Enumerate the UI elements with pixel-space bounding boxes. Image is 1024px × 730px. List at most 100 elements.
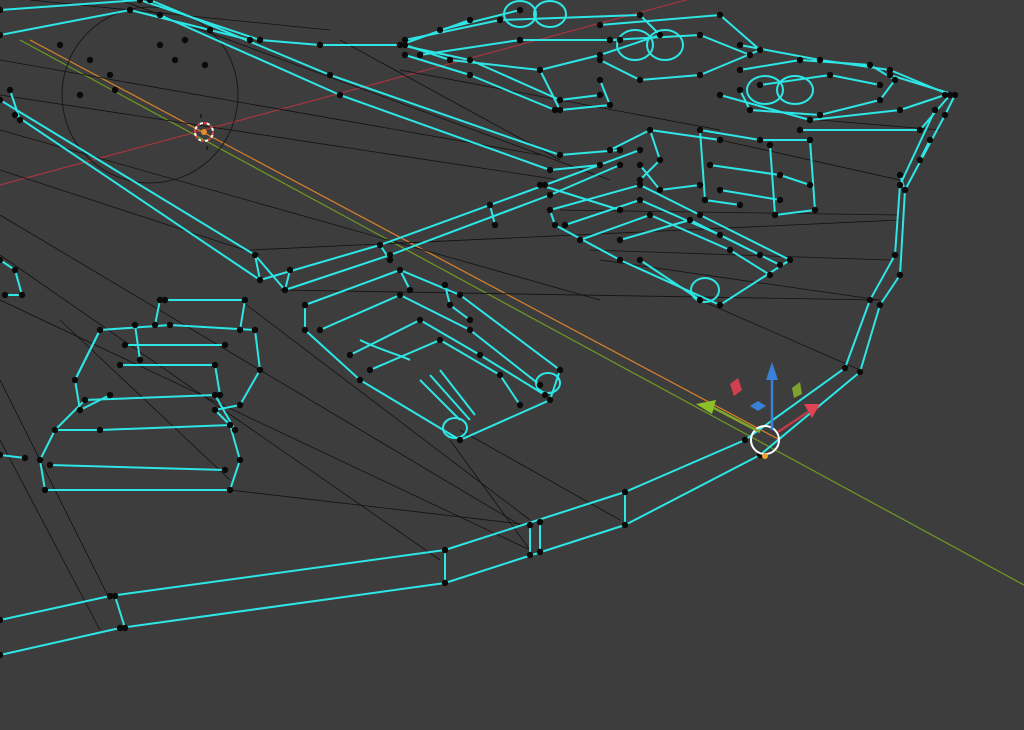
mesh-vertex[interactable] [416, 51, 424, 59]
mesh-vertex[interactable] [546, 396, 554, 404]
mesh-vertex[interactable] [786, 256, 794, 264]
mesh-vertex[interactable] [236, 326, 244, 334]
mesh-vertex[interactable] [256, 366, 264, 374]
mesh-vertex[interactable] [301, 326, 309, 334]
mesh-vertex[interactable] [256, 276, 264, 284]
mesh-vertex[interactable] [76, 91, 84, 99]
mesh-vertex[interactable] [776, 196, 784, 204]
mesh-vertex[interactable] [286, 266, 294, 274]
mesh-vertex[interactable] [806, 136, 814, 144]
mesh-vertex[interactable] [111, 592, 119, 600]
mesh-vertex[interactable] [756, 136, 764, 144]
mesh-vertex[interactable] [696, 181, 704, 189]
mesh-vertex[interactable] [181, 36, 189, 44]
mesh-vertex[interactable] [896, 271, 904, 279]
mesh-vertex[interactable] [896, 171, 904, 179]
mesh-vertex[interactable] [811, 206, 819, 214]
mesh-vertex[interactable] [856, 368, 864, 376]
mesh-vertex[interactable] [1, 291, 9, 299]
mesh-vertex[interactable] [826, 71, 834, 79]
mesh-vertex[interactable] [466, 56, 474, 64]
mesh-vertex[interactable] [396, 291, 404, 299]
mesh-vertex[interactable] [866, 296, 874, 304]
mesh-vertex[interactable] [546, 166, 554, 174]
mesh-vertex[interactable] [551, 221, 559, 229]
mesh-vertex[interactable] [576, 236, 584, 244]
mesh-vertex[interactable] [646, 126, 654, 134]
mesh-vertex[interactable] [726, 246, 734, 254]
mesh-vertex[interactable] [621, 488, 629, 496]
mesh-vertex[interactable] [251, 326, 259, 334]
mesh-vertex[interactable] [476, 351, 484, 359]
mesh-vertex[interactable] [886, 66, 894, 74]
mesh-vertex[interactable] [736, 86, 744, 94]
mesh-vertex[interactable] [926, 136, 934, 144]
mesh-vertex[interactable] [466, 71, 474, 79]
mesh-vertex[interactable] [446, 301, 454, 309]
mesh-vertex[interactable] [106, 71, 114, 79]
mesh-vertex[interactable] [736, 66, 744, 74]
mesh-vertex[interactable] [236, 456, 244, 464]
mesh-vertex[interactable] [156, 41, 164, 49]
mesh-vertex[interactable] [211, 361, 219, 369]
mesh-vertex[interactable] [816, 111, 824, 119]
mesh-vertex[interactable] [226, 421, 234, 429]
mesh-vertex[interactable] [776, 261, 784, 269]
mesh-vertex[interactable] [231, 426, 239, 434]
mesh-vertex[interactable] [766, 271, 774, 279]
mesh-vertex[interactable] [716, 136, 724, 144]
mesh-vertex[interactable] [901, 186, 909, 194]
mesh-vertex[interactable] [916, 126, 924, 134]
mesh-vertex[interactable] [301, 301, 309, 309]
mesh-vertex[interactable] [466, 326, 474, 334]
mesh-vertex[interactable] [241, 296, 249, 304]
mesh-vertex[interactable] [541, 391, 549, 399]
mesh-vertex[interactable] [96, 426, 104, 434]
mesh-vertex[interactable] [616, 161, 624, 169]
mesh-vertex[interactable] [806, 181, 814, 189]
mesh-vertex[interactable] [756, 81, 764, 89]
mesh-vertex[interactable] [556, 366, 564, 374]
mesh-vertex[interactable] [516, 36, 524, 44]
mesh-vertex[interactable] [636, 176, 644, 184]
mesh-vertex[interactable] [126, 6, 134, 14]
mesh-vertex[interactable] [6, 86, 14, 94]
mesh-vertex[interactable] [316, 41, 324, 49]
mesh-vertex[interactable] [616, 206, 624, 214]
mesh-vertex[interactable] [606, 101, 614, 109]
mesh-vertex[interactable] [596, 21, 604, 29]
mesh-vertex[interactable] [496, 16, 504, 24]
mesh-vertex[interactable] [536, 548, 544, 556]
mesh-vertex[interactable] [151, 321, 159, 329]
mesh-vertex[interactable] [716, 301, 724, 309]
mesh-vertex[interactable] [436, 336, 444, 344]
mesh-vertex[interactable] [616, 236, 624, 244]
mesh-vertex[interactable] [121, 341, 129, 349]
mesh-vertex[interactable] [446, 56, 454, 64]
mesh-vertex[interactable] [636, 161, 644, 169]
mesh-vertex[interactable] [316, 326, 324, 334]
mesh-vertex[interactable] [251, 251, 259, 259]
viewport-canvas[interactable] [0, 0, 1024, 730]
mesh-vertex[interactable] [171, 56, 179, 64]
mesh-vertex[interactable] [21, 454, 29, 462]
mesh-vertex[interactable] [716, 186, 724, 194]
mesh-vertex[interactable] [596, 76, 604, 84]
mesh-vertex[interactable] [236, 401, 244, 409]
mesh-vertex[interactable] [606, 36, 614, 44]
mesh-vertex[interactable] [526, 551, 534, 559]
mesh-vertex[interactable] [336, 91, 344, 99]
mesh-vertex[interactable] [441, 546, 449, 554]
mesh-vertex[interactable] [696, 126, 704, 134]
3d-viewport[interactable] [0, 0, 1024, 730]
mesh-vertex[interactable] [696, 211, 704, 219]
mesh-vertex[interactable] [556, 96, 564, 104]
mesh-vertex[interactable] [76, 406, 84, 414]
mesh-vertex[interactable] [166, 321, 174, 329]
mesh-vertex[interactable] [696, 71, 704, 79]
mesh-vertex[interactable] [701, 196, 709, 204]
mesh-vertex[interactable] [41, 486, 49, 494]
mesh-vertex[interactable] [436, 26, 444, 34]
mesh-vertex[interactable] [636, 11, 644, 19]
mesh-vertex[interactable] [441, 281, 449, 289]
